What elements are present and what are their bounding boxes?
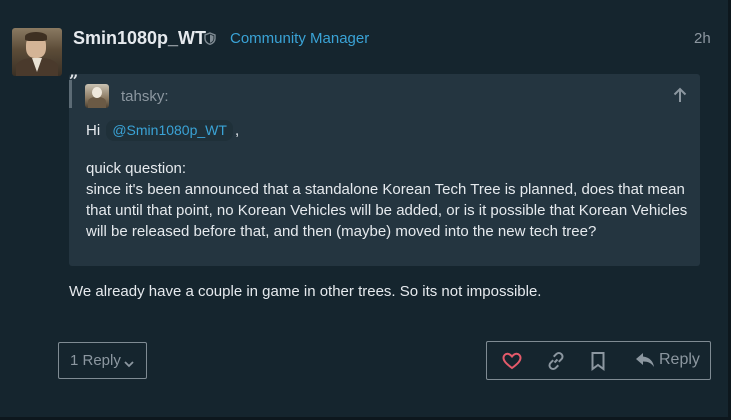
post: Smin1080p_WT Community Manager 2h ” tahs…: [0, 0, 731, 420]
replies-label: 1 Reply: [70, 352, 121, 369]
post-date[interactable]: 2h: [694, 30, 711, 47]
heart-icon[interactable]: [501, 350, 523, 372]
post-body: We already have a couple in game in othe…: [69, 283, 542, 300]
quote-body: Hi @Smin1080p_WT, quick question: since …: [86, 120, 691, 242]
quote-mark-icon: ”: [69, 71, 79, 90]
replies-button[interactable]: 1 Reply: [58, 342, 147, 379]
greeting-suffix: ,: [234, 122, 240, 139]
user-title: Community Manager: [230, 30, 370, 47]
mention-link[interactable]: @Smin1080p_WT: [106, 120, 233, 141]
shield-icon: [204, 32, 216, 46]
avatar[interactable]: [12, 28, 62, 76]
username[interactable]: Smin1080p_WT: [73, 28, 206, 49]
reply-button-label: Reply: [659, 351, 700, 368]
quote-greeting: Hi @Smin1080p_WT,: [86, 120, 691, 141]
reply-button[interactable]: Reply: [634, 349, 706, 373]
reply-arrow-icon: [636, 353, 654, 367]
greeting-text: Hi: [86, 122, 101, 139]
quote-avatar[interactable]: [85, 84, 109, 108]
link-icon[interactable]: [545, 350, 567, 372]
quote-line-1: quick question:: [86, 160, 187, 177]
post-actions: Reply: [486, 341, 711, 380]
quote-username: tahsky:: [121, 88, 169, 105]
bookmark-icon[interactable]: [587, 350, 609, 372]
arrow-up-icon[interactable]: [673, 87, 687, 103]
chevron-down-icon: [124, 356, 134, 368]
quote-line-2: since it's been announced that a standal…: [86, 181, 688, 240]
quote-block: ” tahsky: Hi @Smin1080p_WT, quick questi…: [69, 71, 700, 266]
